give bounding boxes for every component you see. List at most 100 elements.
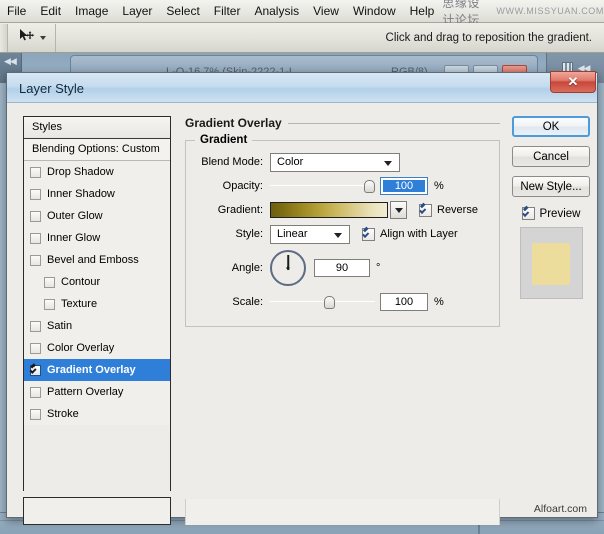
preview-label: Preview [540,208,581,220]
styles-list-empty-area [24,425,170,507]
dialog-actions: OK Cancel New Style... Preview [512,116,590,299]
chevron-down-icon [334,233,342,238]
angle-dial-hub [287,267,290,270]
checkbox-texture[interactable] [44,299,55,310]
opacity-value: 100 [383,180,425,192]
effect-row-contour[interactable]: Contour [24,271,170,293]
preview-thumbnail [520,227,583,299]
checkbox-preview[interactable] [522,207,535,220]
effect-label: Drop Shadow [47,166,114,178]
effect-row-inner-shadow[interactable]: Inner Shadow [24,183,170,205]
menu-item-select[interactable]: Select [159,2,206,21]
menu-item-file[interactable]: File [0,2,33,21]
menu-item-filter[interactable]: Filter [207,2,248,21]
angle-dial[interactable] [270,250,306,286]
reverse-checkbox-row[interactable]: Reverse [419,204,478,217]
collapse-left-icon: ◀◀ [4,56,16,67]
opacity-label: Opacity: [196,180,270,192]
checkbox-drop-shadow[interactable] [30,167,41,178]
blend-mode-select[interactable]: Color [270,153,400,172]
checkbox-contour[interactable] [44,277,55,288]
gradient-style-select[interactable]: Linear [270,225,350,244]
close-icon[interactable]: ✕ [550,71,596,93]
effect-row-bevel-and-emboss[interactable]: Bevel and Emboss [24,249,170,271]
styles-list-panel: Styles Blending Options: Custom Drop Sha… [23,116,171,491]
blend-mode-label: Blend Mode: [196,156,270,168]
scale-slider-knob[interactable] [324,296,335,309]
checkbox-align-with-layer[interactable] [362,228,375,241]
preview-checkbox-row[interactable]: Preview [522,207,581,220]
scale-slider[interactable] [270,294,375,310]
gradient-preset-dropdown[interactable] [390,201,407,219]
menu-bar: File Edit Image Layer Select Filter Anal… [0,0,604,23]
checkbox-gradient-overlay[interactable] [30,365,41,376]
align-with-layer-row[interactable]: Align with Layer [362,228,458,241]
opacity-unit: % [434,180,444,192]
effect-row-drop-shadow[interactable]: Drop Shadow [24,161,170,183]
new-style-button[interactable]: New Style... [512,176,590,197]
menu-item-layer[interactable]: Layer [115,2,159,21]
menu-item-edit[interactable]: Edit [33,2,68,21]
checkbox-color-overlay[interactable] [30,343,41,354]
layer-style-dialog: Layer Style ✕ Styles Blending Options: C… [6,72,598,518]
dialog-body: Styles Blending Options: Custom Drop Sha… [7,103,597,517]
checkbox-bevel-and-emboss[interactable] [30,255,41,266]
checkbox-inner-shadow[interactable] [30,189,41,200]
style-label: Style: [196,228,270,240]
photoshop-window: File Edit Image Layer Select Filter Anal… [0,0,604,534]
options-bar: Click and drag to reposition the gradien… [0,23,604,53]
gradient-swatch[interactable] [270,202,388,218]
scale-input[interactable]: 100 [380,293,428,311]
dialog-title: Layer Style [19,81,84,96]
opacity-slider[interactable] [270,178,375,194]
watermark-alfoart: Alfoart.com [534,503,587,515]
effect-row-satin[interactable]: Satin [24,315,170,337]
menu-item-help[interactable]: Help [403,2,442,21]
dialog-title-bar[interactable]: Layer Style ✕ [7,73,597,103]
scale-unit: % [434,296,444,308]
menu-item-window[interactable]: Window [346,2,403,21]
angle-input[interactable]: 90 [314,259,370,277]
checkbox-inner-glow[interactable] [30,233,41,244]
effect-row-stroke[interactable]: Stroke [24,403,170,425]
chevron-down-icon[interactable] [40,36,46,40]
effect-label: Stroke [47,408,79,420]
checkbox-outer-glow[interactable] [30,211,41,222]
angle-label: Angle: [196,262,270,274]
menu-item-image[interactable]: Image [68,2,115,21]
angle-unit: ° [376,262,380,274]
gradient-label: Gradient: [196,204,270,216]
effect-row-texture[interactable]: Texture [24,293,170,315]
gradient-group: Gradient Blend Mode: Color Opacity: [185,140,500,327]
opacity-input[interactable]: 100 [380,177,428,195]
checkbox-pattern-overlay[interactable] [30,387,41,398]
blend-mode-row: Blend Mode: Color [196,150,489,174]
opacity-slider-track [270,185,375,186]
menu-item-analysis[interactable]: Analysis [247,2,306,21]
effect-row-inner-glow[interactable]: Inner Glow [24,227,170,249]
ok-button[interactable]: OK [512,116,590,137]
checkbox-satin[interactable] [30,321,41,332]
effect-row-outer-glow[interactable]: Outer Glow [24,205,170,227]
effect-row-color-overlay[interactable]: Color Overlay [24,337,170,359]
effect-label: Outer Glow [47,210,103,222]
opacity-row: Opacity: 100 % [196,174,489,198]
gradient-style-value: Linear [277,228,308,240]
cancel-button[interactable]: Cancel [512,146,590,167]
styles-list-header[interactable]: Styles [24,117,170,139]
effect-row-pattern-overlay[interactable]: Pattern Overlay [24,381,170,403]
checkbox-reverse[interactable] [419,204,432,217]
scale-row: Scale: 100 % [196,290,489,314]
effect-label: Inner Shadow [47,188,115,200]
opacity-slider-knob[interactable] [364,180,375,193]
menu-item-view[interactable]: View [306,2,346,21]
options-bar-grip[interactable] [0,24,8,52]
effect-label: Contour [61,276,100,288]
scale-value: 100 [395,296,413,308]
gradient-row: Gradient: Reverse [196,198,489,222]
checkbox-stroke[interactable] [30,409,41,420]
tool-preset-picker[interactable] [8,24,56,52]
blend-mode-value: Color [277,156,303,168]
blending-options-row[interactable]: Blending Options: Custom [24,139,170,161]
effect-row-gradient-overlay[interactable]: Gradient Overlay [24,359,170,381]
